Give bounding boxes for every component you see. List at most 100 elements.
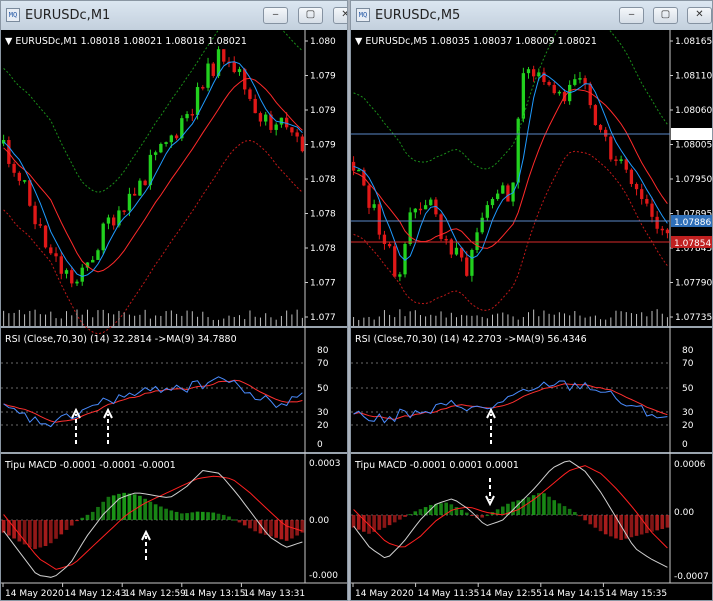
macd-histogram-bar xyxy=(27,520,32,548)
minimize-button[interactable]: ‒ xyxy=(619,7,644,24)
price-axis-label: 1.08165 xyxy=(675,37,712,47)
macd-histogram-bar xyxy=(206,512,210,520)
slow-ma-line xyxy=(3,77,303,273)
macd-histogram-bar xyxy=(48,520,53,544)
macd-histogram-bar xyxy=(242,520,247,526)
macd-histogram-bar xyxy=(232,519,237,521)
macd-axis-label: 0.0006 xyxy=(674,460,706,470)
macd-histogram-bar xyxy=(573,512,577,515)
rsi-axis-label: 20 xyxy=(682,421,694,431)
candle-body xyxy=(398,274,402,277)
candle-body xyxy=(640,189,644,199)
window-title: EURUSDc,M1 xyxy=(25,8,111,23)
candle-body xyxy=(501,185,505,194)
candle-body xyxy=(174,135,179,139)
macd-histogram-bar xyxy=(403,515,407,517)
candle-body xyxy=(237,69,242,73)
macd-axis-label: -0.000 xyxy=(309,571,338,581)
rsi-axis-label: 70 xyxy=(682,359,694,369)
candle-body xyxy=(593,105,598,126)
candle-body xyxy=(38,224,42,226)
macd-histogram-bar xyxy=(650,515,654,532)
candle-body xyxy=(54,253,58,257)
macd-histogram-bar xyxy=(185,513,189,520)
macd-histogram-bar xyxy=(464,512,469,515)
maximize-button[interactable]: ▢ xyxy=(298,7,323,24)
macd-histogram-bar xyxy=(398,515,402,520)
minimize-button[interactable]: ‒ xyxy=(263,7,288,24)
macd-histogram-bar xyxy=(459,509,464,515)
rsi-line xyxy=(353,380,668,424)
macd-histogram-bar xyxy=(392,515,397,523)
macd-histogram-bar xyxy=(1,520,6,533)
candle-body xyxy=(619,159,623,161)
macd-histogram-bar xyxy=(542,493,546,515)
macd-histogram-bar xyxy=(90,511,95,520)
candle-body xyxy=(629,169,634,184)
candle-body xyxy=(393,246,397,277)
macd-histogram-bar xyxy=(588,515,593,525)
close-button[interactable]: ✕ xyxy=(687,7,712,24)
candle-body xyxy=(279,117,284,125)
candle-body xyxy=(387,243,392,247)
macd-histogram-bar xyxy=(603,515,608,535)
time-axis-label: 14 May 13:31 xyxy=(243,589,305,599)
macd-histogram-bar xyxy=(418,509,423,515)
candle-body xyxy=(70,270,74,284)
macd-histogram-bar xyxy=(598,515,603,532)
time-axis-label: 14 May 11:35 xyxy=(418,589,480,599)
macd-histogram-bar xyxy=(96,506,100,520)
macd-histogram-bar xyxy=(500,506,505,515)
window-titlebar[interactable]: MQ EURUSDc,M5 ‒ ▢ ✕ xyxy=(351,1,712,30)
price-tag-label: 1.08021 xyxy=(674,131,711,141)
candle-body xyxy=(222,49,226,62)
macd-histogram-bar xyxy=(43,520,48,547)
macd-histogram-bar xyxy=(351,515,356,528)
price-axis-label: 1.078 xyxy=(310,210,336,220)
price-axis-label: 1.079 xyxy=(310,72,336,82)
price-axis-label: 1.077 xyxy=(310,279,336,289)
rsi-axis-label: 0 xyxy=(317,440,323,450)
macd-histogram-bar xyxy=(665,515,670,528)
candle-body xyxy=(382,234,387,244)
maximize-button[interactable]: ▢ xyxy=(653,7,678,24)
candle-body xyxy=(164,142,168,144)
price-header: ▼ EURUSDc,M5 1.08035 1.08037 1.08009 1.0… xyxy=(355,36,597,47)
macd-histogram-bar xyxy=(290,520,294,539)
candle-body xyxy=(547,82,551,85)
candle-body xyxy=(573,79,577,85)
candle-body xyxy=(557,91,562,94)
macd-histogram-bar xyxy=(132,494,137,520)
candle-body xyxy=(106,217,111,224)
macd-histogram-bar xyxy=(408,514,412,516)
macd-histogram-bar xyxy=(470,515,474,516)
macd-signal-line xyxy=(3,475,303,570)
macd-histogram-bar xyxy=(578,515,582,517)
chart-canvas-m1[interactable]: 1.080 1.079 1.079 1.079 1.078 1.078 1.078 1.077… xyxy=(1,30,348,601)
macd-histogram-bar xyxy=(38,520,43,548)
price-axis-label: 1.080 xyxy=(310,37,336,47)
close-button[interactable]: ✕ xyxy=(333,7,347,24)
candle-body xyxy=(295,132,299,137)
chart-window-m5[interactable]: MQ EURUSDc,M5 ‒ ▢ ✕ 1.08165 1.08110 1.0806… xyxy=(350,0,713,601)
chart-canvas-m5[interactable]: 1.08165 1.08110 1.08060 1.08005 1.07950 1.078… xyxy=(351,30,713,601)
price-axis-label: 1.078 xyxy=(310,244,336,254)
chart-client-area[interactable]: 1.08165 1.08110 1.08060 1.08005 1.07950 1.078… xyxy=(351,30,712,600)
window-titlebar[interactable]: MQ EURUSDc,M1 ‒ ▢ ✕ xyxy=(1,1,347,30)
candle-body xyxy=(258,113,263,122)
candle-body xyxy=(413,208,417,213)
macd-histogram-bar xyxy=(190,512,195,520)
candle-body xyxy=(274,124,278,130)
rsi-axis-label: 0 xyxy=(682,440,688,450)
candle-body xyxy=(490,199,495,206)
macd-histogram-bar xyxy=(362,515,366,532)
macd-histogram-bar xyxy=(101,501,106,520)
chart-client-area[interactable]: 1.080 1.079 1.079 1.079 1.078 1.078 1.078 1.077… xyxy=(1,30,347,600)
candle-body xyxy=(290,127,294,133)
candle-body xyxy=(169,135,174,143)
candle-body xyxy=(583,78,587,84)
macd-histogram-bar xyxy=(248,520,252,529)
candle-body xyxy=(429,199,433,206)
chart-window-m1[interactable]: MQ EURUSDc,M1 ‒ ▢ ✕ 1.080 1.079 1.079 1.079… xyxy=(0,0,348,601)
candle-body xyxy=(495,193,500,200)
